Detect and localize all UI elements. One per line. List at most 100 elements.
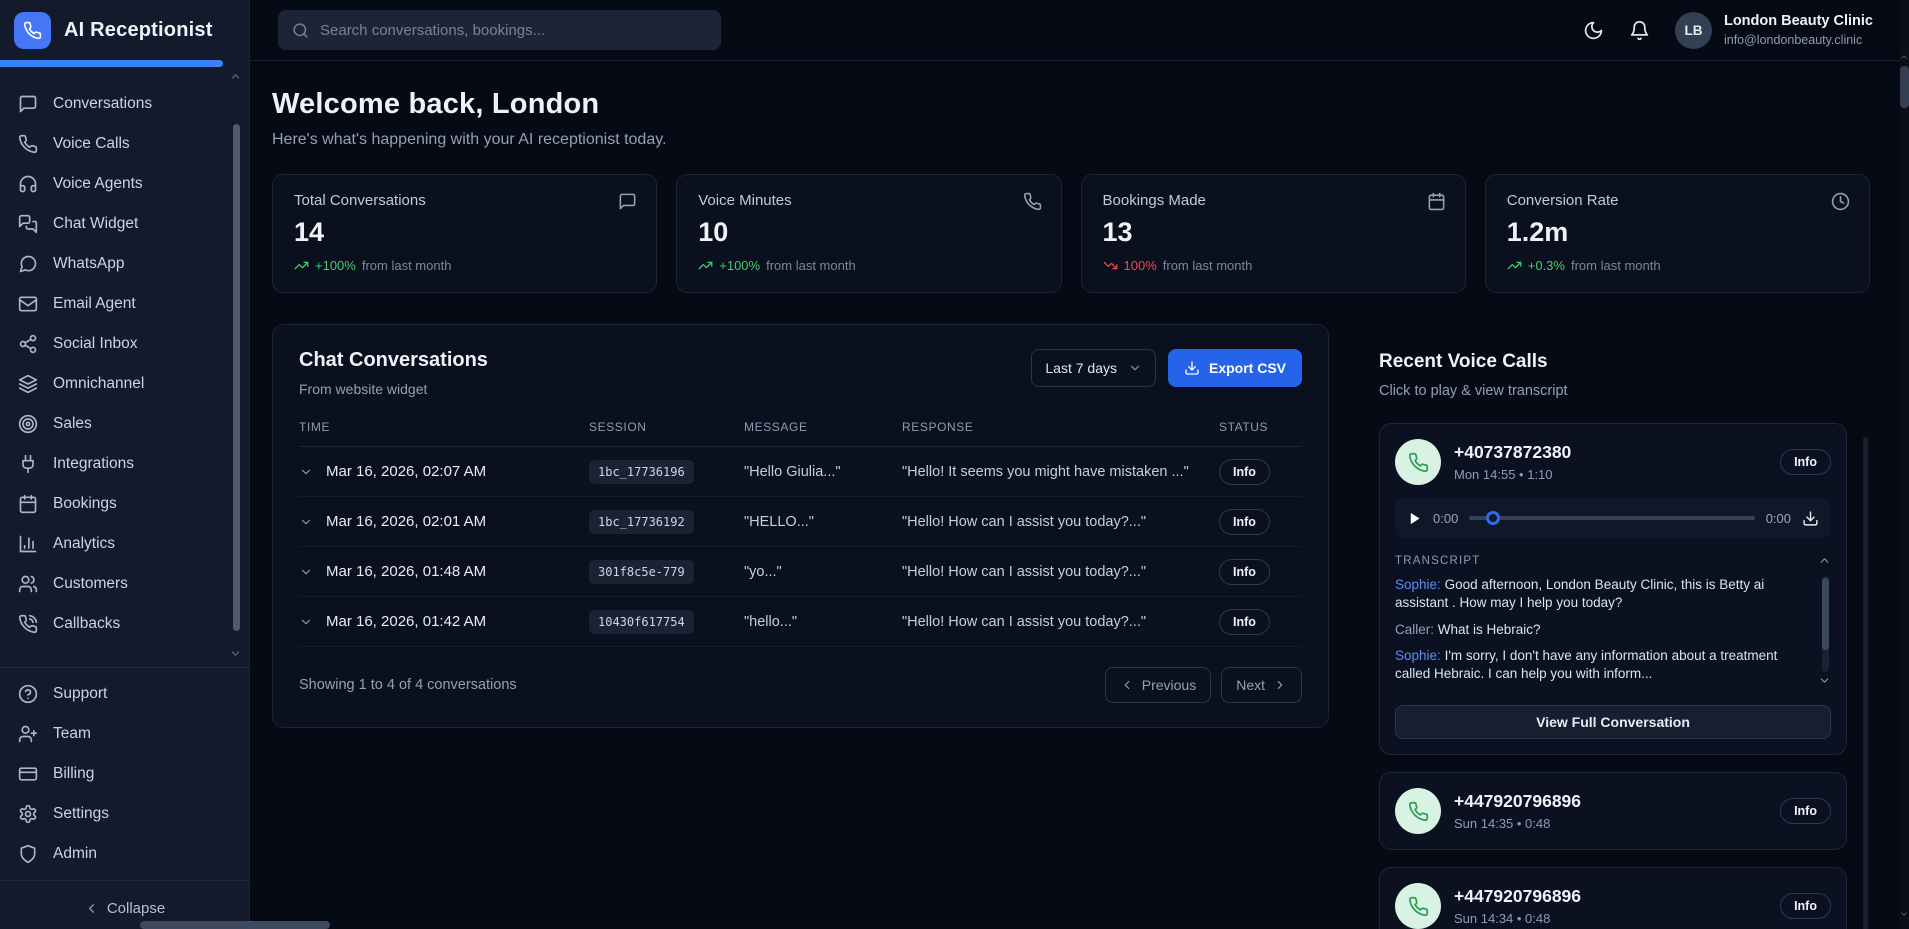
conversations-table: TIME SESSION MESSAGE RESPONSE STATUS Mar… xyxy=(299,420,1302,647)
export-csv-button[interactable]: Export CSV xyxy=(1168,349,1302,387)
sidebar-item-analytics[interactable]: Analytics xyxy=(0,524,249,564)
stat-trend: 100% from last month xyxy=(1103,258,1444,273)
sidebar-item-voice-calls[interactable]: Voice Calls xyxy=(0,124,249,164)
phone-logo-icon xyxy=(14,12,51,49)
expand-row-icon[interactable] xyxy=(299,515,313,529)
vertical-scrollbar-thumb[interactable] xyxy=(1900,66,1909,108)
voice-call-card[interactable]: +447920796896 Sun 14:34 • 0:48 Info xyxy=(1379,867,1847,929)
sidebar-item-social-inbox[interactable]: Social Inbox xyxy=(0,324,249,364)
sidebar-item-label: Social Inbox xyxy=(53,335,137,353)
info-button[interactable]: Info xyxy=(1219,559,1270,585)
call-id: +447920796896 Sun 14:34 • 0:48 xyxy=(1454,886,1581,926)
download-recording-button[interactable] xyxy=(1802,510,1819,527)
play-button[interactable] xyxy=(1407,511,1422,526)
expand-row-icon[interactable] xyxy=(299,465,313,479)
search-input[interactable] xyxy=(320,22,707,39)
layers-icon xyxy=(18,374,38,394)
global-search[interactable] xyxy=(278,10,721,50)
sidebar-item-support[interactable]: Support xyxy=(0,674,249,714)
export-csv-label: Export CSV xyxy=(1209,360,1286,376)
table-row[interactable]: Mar 16, 2026, 02:07 AM 1bc_17736196 "Hel… xyxy=(299,447,1302,497)
sidebar-item-omnichannel[interactable]: Omnichannel xyxy=(0,364,249,404)
next-page-button[interactable]: Next xyxy=(1221,667,1302,703)
sidebar-item-voice-agents[interactable]: Voice Agents xyxy=(0,164,249,204)
account-menu[interactable]: LB London Beauty Clinic info@londonbeaut… xyxy=(1675,12,1873,49)
sidebar-item-label: Customers xyxy=(53,575,128,593)
scroll-up-arrow-icon[interactable] xyxy=(1899,52,1909,62)
sidebar-item-whatsapp[interactable]: WhatsApp xyxy=(0,244,249,284)
seek-slider[interactable] xyxy=(1469,510,1754,526)
sidebar-item-customers[interactable]: Customers xyxy=(0,564,249,604)
sidebar-item-chat-widget[interactable]: Chat Widget xyxy=(0,204,249,244)
sidebar-item-bookings[interactable]: Bookings xyxy=(0,484,249,524)
date-range-select[interactable]: Last 7 days xyxy=(1031,349,1156,387)
sidebar-item-billing[interactable]: Billing xyxy=(0,754,249,794)
transcript-scrollbar-thumb[interactable] xyxy=(1822,578,1829,650)
message-text: I'm sorry, I don't have any information … xyxy=(1395,648,1777,681)
info-button[interactable]: Info xyxy=(1219,459,1270,485)
info-button[interactable]: Info xyxy=(1780,798,1831,824)
app-root: AI Receptionist Conversations Voice Call… xyxy=(0,0,1909,929)
transcript-body[interactable]: Sophie: Good afternoon, London Beauty Cl… xyxy=(1395,576,1831,683)
transcript-scroll-up-icon[interactable] xyxy=(1818,554,1831,567)
messages-square-icon xyxy=(18,214,38,234)
sidebar-item-email-agent[interactable]: Email Agent xyxy=(0,284,249,324)
sidebar-scroll-down[interactable] xyxy=(0,647,249,661)
table-row[interactable]: Mar 16, 2026, 01:48 AM 301f8c5e-779 "yo.… xyxy=(299,547,1302,597)
sidebar-item-admin[interactable]: Admin xyxy=(0,834,249,874)
session-cell: 1bc_17736196 xyxy=(589,460,744,484)
table-row[interactable]: Mar 16, 2026, 01:42 AM 10430f617754 "hel… xyxy=(299,597,1302,647)
sidebar-item-label: Support xyxy=(53,685,107,703)
moon-icon xyxy=(1583,20,1604,41)
previous-page-button[interactable]: Previous xyxy=(1105,667,1211,703)
account-name: London Beauty Clinic xyxy=(1724,13,1873,30)
info-button[interactable]: Info xyxy=(1780,893,1831,919)
sidebar-item-sales[interactable]: Sales xyxy=(0,404,249,444)
voice-list-scrollbar[interactable] xyxy=(1863,437,1868,929)
app-logo[interactable]: AI Receptionist xyxy=(0,0,249,60)
info-button[interactable]: Info xyxy=(1219,609,1270,635)
sidebar-item-callbacks[interactable]: Callbacks xyxy=(0,604,249,644)
notifications-button[interactable] xyxy=(1629,20,1650,41)
sidebar-item-conversations[interactable]: Conversations xyxy=(0,84,249,124)
sidebar-secondary-nav: Support Team Billing Settings Admin xyxy=(0,674,249,874)
row-time: Mar 16, 2026, 02:01 AM xyxy=(326,513,486,530)
horizontal-scrollbar-thumb[interactable] xyxy=(140,921,330,929)
call-meta: Mon 14:55 • 1:10 xyxy=(1454,467,1571,482)
previous-label: Previous xyxy=(1142,677,1196,693)
row-time: Mar 16, 2026, 01:48 AM xyxy=(326,563,486,580)
info-button[interactable]: Info xyxy=(1219,509,1270,535)
sidebar-item-team[interactable]: Team xyxy=(0,714,249,754)
theme-toggle-button[interactable] xyxy=(1583,20,1604,41)
call-meta: Sun 14:34 • 0:48 xyxy=(1454,911,1581,926)
slider-thumb[interactable] xyxy=(1486,511,1500,525)
column-header-message: MESSAGE xyxy=(744,420,902,434)
voice-call-card-expanded[interactable]: +40737872380 Mon 14:55 • 1:10 Info 0:00 xyxy=(1379,423,1847,755)
trend-suffix: from last month xyxy=(766,258,856,273)
table-row[interactable]: Mar 16, 2026, 02:01 AM 1bc_17736192 "HEL… xyxy=(299,497,1302,547)
chevron-left-icon xyxy=(1120,678,1134,692)
topbar: LB London Beauty Clinic info@londonbeaut… xyxy=(250,0,1909,61)
expand-row-icon[interactable] xyxy=(299,615,313,629)
sidebar-scrollbar-thumb[interactable] xyxy=(233,124,240,631)
phone-icon xyxy=(1408,452,1429,473)
stat-trend: +0.3% from last month xyxy=(1507,258,1848,273)
trend-value: +0.3% xyxy=(1528,258,1565,273)
sidebar-scroll-up[interactable] xyxy=(0,70,249,84)
sidebar: AI Receptionist Conversations Voice Call… xyxy=(0,0,250,929)
page-vertical-scrollbar[interactable] xyxy=(1900,0,1909,929)
sidebar-item-integrations[interactable]: Integrations xyxy=(0,444,249,484)
sidebar-item-label: Conversations xyxy=(53,95,152,113)
sidebar-item-label: Analytics xyxy=(53,535,115,553)
info-button[interactable]: Info xyxy=(1780,449,1831,475)
view-full-conversation-button[interactable]: View Full Conversation xyxy=(1395,705,1831,739)
sidebar-item-label: Callbacks xyxy=(53,615,120,633)
voice-call-card[interactable]: +447920796896 Sun 14:35 • 0:48 Info xyxy=(1379,772,1847,850)
main-area: LB London Beauty Clinic info@londonbeaut… xyxy=(250,0,1909,929)
expand-row-icon[interactable] xyxy=(299,565,313,579)
call-number: +447920796896 xyxy=(1454,791,1581,812)
scroll-down-arrow-icon[interactable] xyxy=(1899,909,1909,919)
calendar-icon xyxy=(18,494,38,514)
sidebar-item-settings[interactable]: Settings xyxy=(0,794,249,834)
transcript-scroll-down-icon[interactable] xyxy=(1818,674,1831,687)
